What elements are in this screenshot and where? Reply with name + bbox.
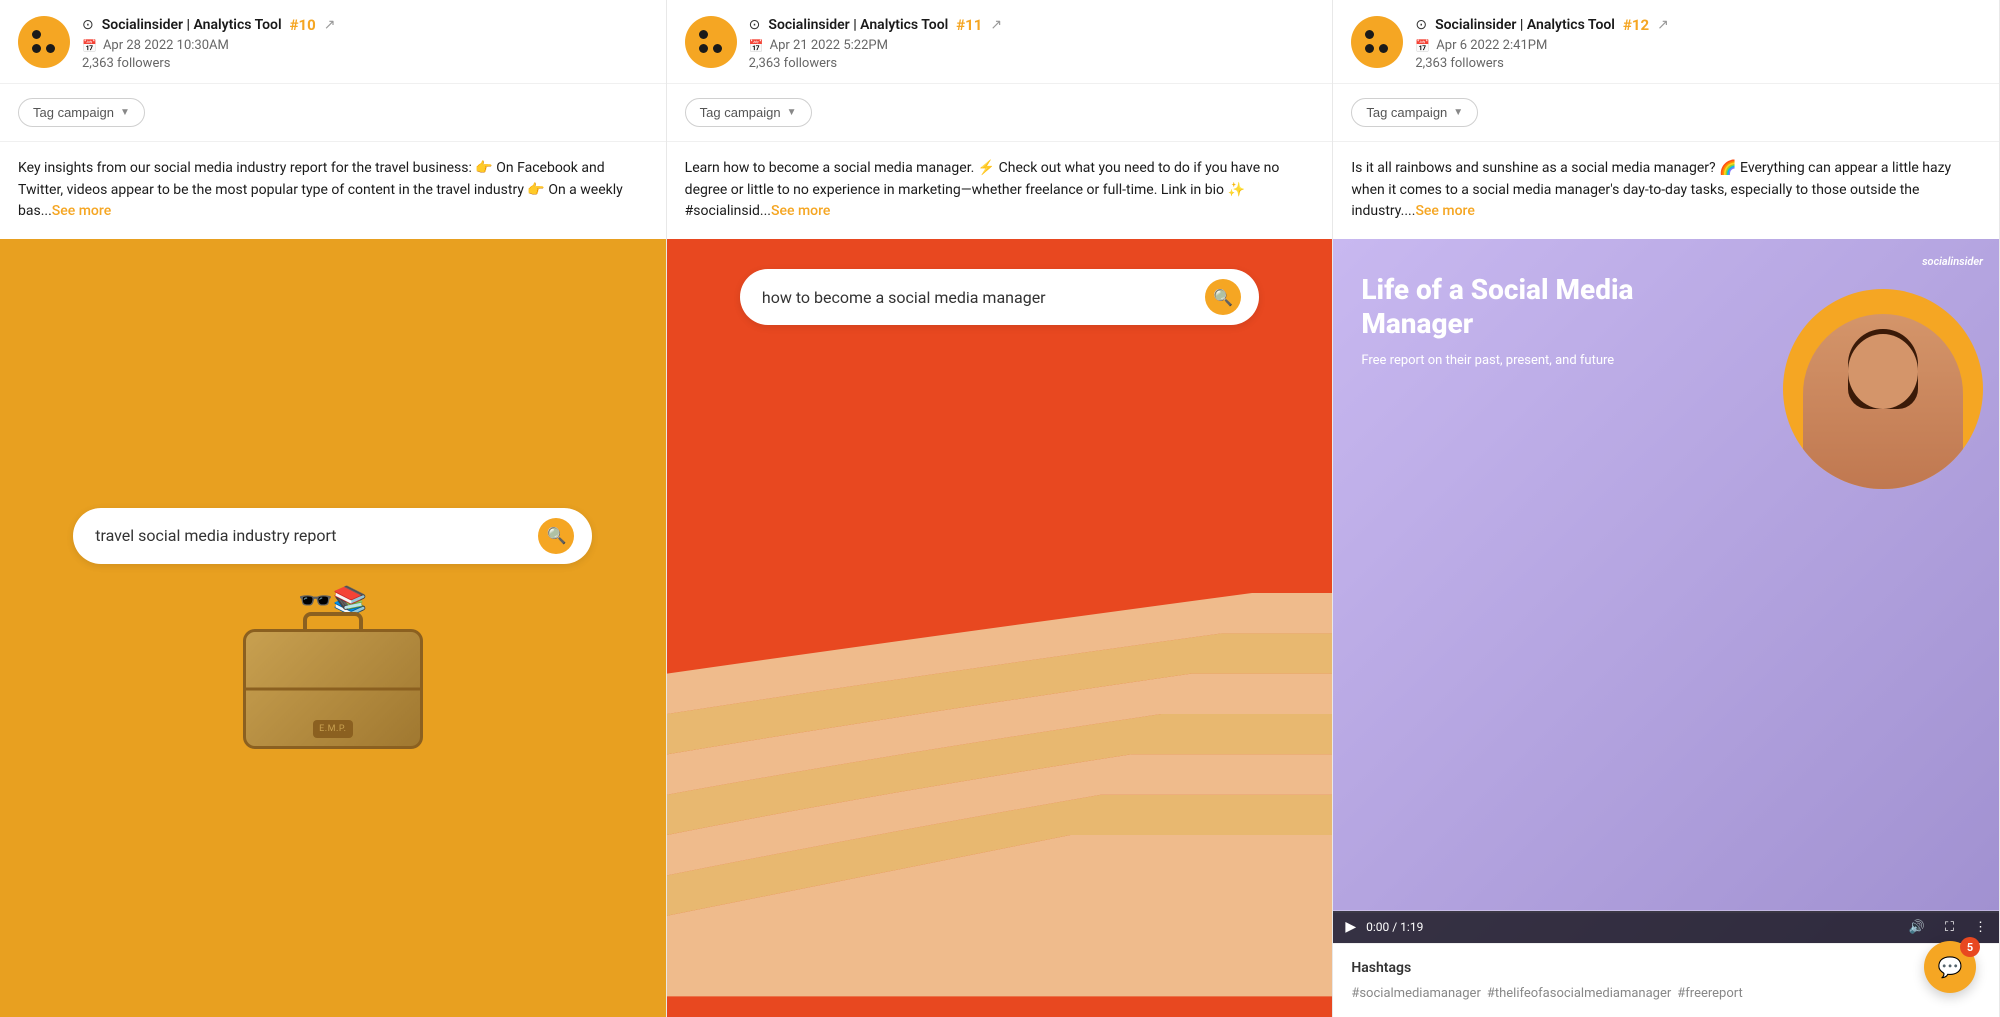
followers-10: 2,363 followers	[82, 56, 648, 71]
see-more-12[interactable]: See more	[1415, 203, 1474, 219]
card-header-10: ⊙ Socialinsider | Analytics Tool #10 ↗ 📅…	[0, 0, 666, 84]
fullscreen-icon[interactable]: ⛶	[1945, 920, 1954, 935]
avatar-12	[1351, 16, 1403, 68]
post-number-12: #12	[1623, 16, 1649, 34]
person-silhouette	[1803, 314, 1963, 489]
post-number-11: #11	[956, 16, 982, 34]
search-text-10: travel social media industry report	[95, 526, 526, 545]
tag-campaign-area-12: Tag campaign ▼	[1333, 84, 1999, 142]
suitcase-body: E.M.P.	[243, 629, 423, 749]
card-header-11: ⊙ Socialinsider | Analytics Tool #11 ↗ 📅…	[667, 0, 1333, 84]
hashtags-list: #socialmediamanager #thelifeofasocialmed…	[1351, 986, 1981, 1001]
video-time: 0:00 / 1:19	[1366, 920, 1423, 934]
search-overlay-11: how to become a social media manager 🔍	[740, 269, 1259, 325]
chat-badge: 5	[1960, 937, 1980, 957]
volume-icon[interactable]: 🔊	[1909, 920, 1925, 935]
tag-campaign-area-10: Tag campaign ▼	[0, 84, 666, 142]
calendar-icon-10: 📅	[82, 39, 97, 53]
tag-campaign-button-10[interactable]: Tag campaign ▼	[18, 98, 145, 127]
external-link-icon-11[interactable]: ↗	[990, 17, 1002, 33]
search-text-11: how to become a social media manager	[762, 288, 1193, 307]
post-date-11: Apr 21 2022 5:22PM	[770, 38, 888, 53]
tag-campaign-area-11: Tag campaign ▼	[667, 84, 1333, 142]
post-date-12: Apr 6 2022 2:41PM	[1436, 38, 1547, 53]
followers-12: 2,363 followers	[1415, 56, 1981, 71]
account-name-10: Socialinsider | Analytics Tool	[102, 17, 282, 33]
chat-icon: 💬	[1938, 955, 1963, 979]
instagram-icon: ⊙	[82, 17, 94, 33]
stairs-svg	[667, 472, 1333, 1017]
video-subtitle: Free report on their past, present, and …	[1361, 352, 1696, 370]
video-brand-label: socialinsider	[1922, 255, 1983, 268]
play-button[interactable]: ▶	[1345, 919, 1356, 935]
header-info-12: ⊙ Socialinsider | Analytics Tool #12 ↗ 📅…	[1415, 16, 1981, 71]
instagram-icon-11: ⊙	[749, 17, 761, 33]
post-number-10: #10	[290, 16, 316, 34]
tag-campaign-label-11: Tag campaign	[700, 105, 781, 120]
video-title: Life of a Social Media Manager	[1361, 273, 1696, 340]
post-text-11: Learn how to become a social media manag…	[667, 142, 1333, 239]
hashtags-title: Hashtags	[1351, 960, 1981, 976]
card-header-12: ⊙ Socialinsider | Analytics Tool #12 ↗ 📅…	[1333, 0, 1999, 84]
post-image-12: socialinsider Life of a Social Media Man…	[1333, 239, 1999, 943]
hashtags-section: Hashtags #socialmediamanager #thelifeofa…	[1333, 943, 1999, 1017]
more-options-icon[interactable]: ⋮	[1974, 920, 1987, 935]
suitcase-handle	[303, 612, 363, 632]
account-name-12: Socialinsider | Analytics Tool	[1435, 17, 1615, 33]
suitcase-stripe	[246, 687, 420, 690]
chat-bubble[interactable]: 💬 5	[1924, 941, 1976, 993]
account-name-11: Socialinsider | Analytics Tool	[768, 17, 948, 33]
header-info-10: ⊙ Socialinsider | Analytics Tool #10 ↗ 📅…	[82, 16, 648, 71]
post-text-12: Is it all rainbows and sunshine as a soc…	[1333, 142, 1999, 239]
external-link-icon-10[interactable]: ↗	[324, 17, 336, 33]
search-overlay-10: travel social media industry report 🔍	[73, 508, 592, 564]
video-controls[interactable]: ▶ 0:00 / 1:19 🔊 ⛶ ⋮	[1333, 911, 1999, 943]
tag-campaign-button-11[interactable]: Tag campaign ▼	[685, 98, 812, 127]
external-link-icon-12[interactable]: ↗	[1657, 17, 1669, 33]
hashtag-3: #freereport	[1677, 986, 1742, 1001]
post-image-10: travel social media industry report 🔍 🕶️…	[0, 239, 666, 1017]
see-more-11[interactable]: See more	[771, 203, 830, 219]
instagram-icon-12: ⊙	[1415, 17, 1427, 33]
followers-11: 2,363 followers	[749, 56, 1315, 71]
post-date-10: Apr 28 2022 10:30AM	[103, 38, 229, 53]
post-card-10: ⊙ Socialinsider | Analytics Tool #10 ↗ 📅…	[0, 0, 667, 1017]
person-head	[1848, 334, 1918, 409]
hashtag-1: #socialmediamanager	[1351, 986, 1481, 1001]
post-card-11: ⊙ Socialinsider | Analytics Tool #11 ↗ 📅…	[667, 0, 1334, 1017]
tag-campaign-button-12[interactable]: Tag campaign ▼	[1351, 98, 1478, 127]
post-card-12: ⊙ Socialinsider | Analytics Tool #12 ↗ 📅…	[1333, 0, 2000, 1017]
avatar-11	[685, 16, 737, 68]
search-button-11: 🔍	[1205, 279, 1241, 315]
chevron-down-icon-10: ▼	[120, 107, 130, 118]
post-text-10: Key insights from our social media indus…	[0, 142, 666, 239]
hashtag-2: #thelifeofasocialmediamanager	[1487, 986, 1671, 1001]
see-more-10[interactable]: See more	[52, 203, 111, 219]
chevron-down-icon-11: ▼	[787, 107, 797, 118]
search-button-10: 🔍	[538, 518, 574, 554]
tag-campaign-label-10: Tag campaign	[33, 105, 114, 120]
chevron-down-icon-12: ▼	[1453, 107, 1463, 118]
calendar-icon-11: 📅	[749, 39, 764, 53]
suitcase-illustration: 🕶️📚 E.M.P.	[243, 584, 423, 749]
video-thumbnail: socialinsider Life of a Social Media Man…	[1333, 239, 1999, 943]
avatar-10	[18, 16, 70, 68]
post-image-11: how to become a social media manager 🔍	[667, 239, 1333, 1017]
tag-campaign-label-12: Tag campaign	[1366, 105, 1447, 120]
header-info-11: ⊙ Socialinsider | Analytics Tool #11 ↗ 📅…	[749, 16, 1315, 71]
suitcase-latch: E.M.P.	[313, 720, 353, 738]
person-circle	[1783, 289, 1983, 489]
calendar-icon-12: 📅	[1415, 39, 1430, 53]
